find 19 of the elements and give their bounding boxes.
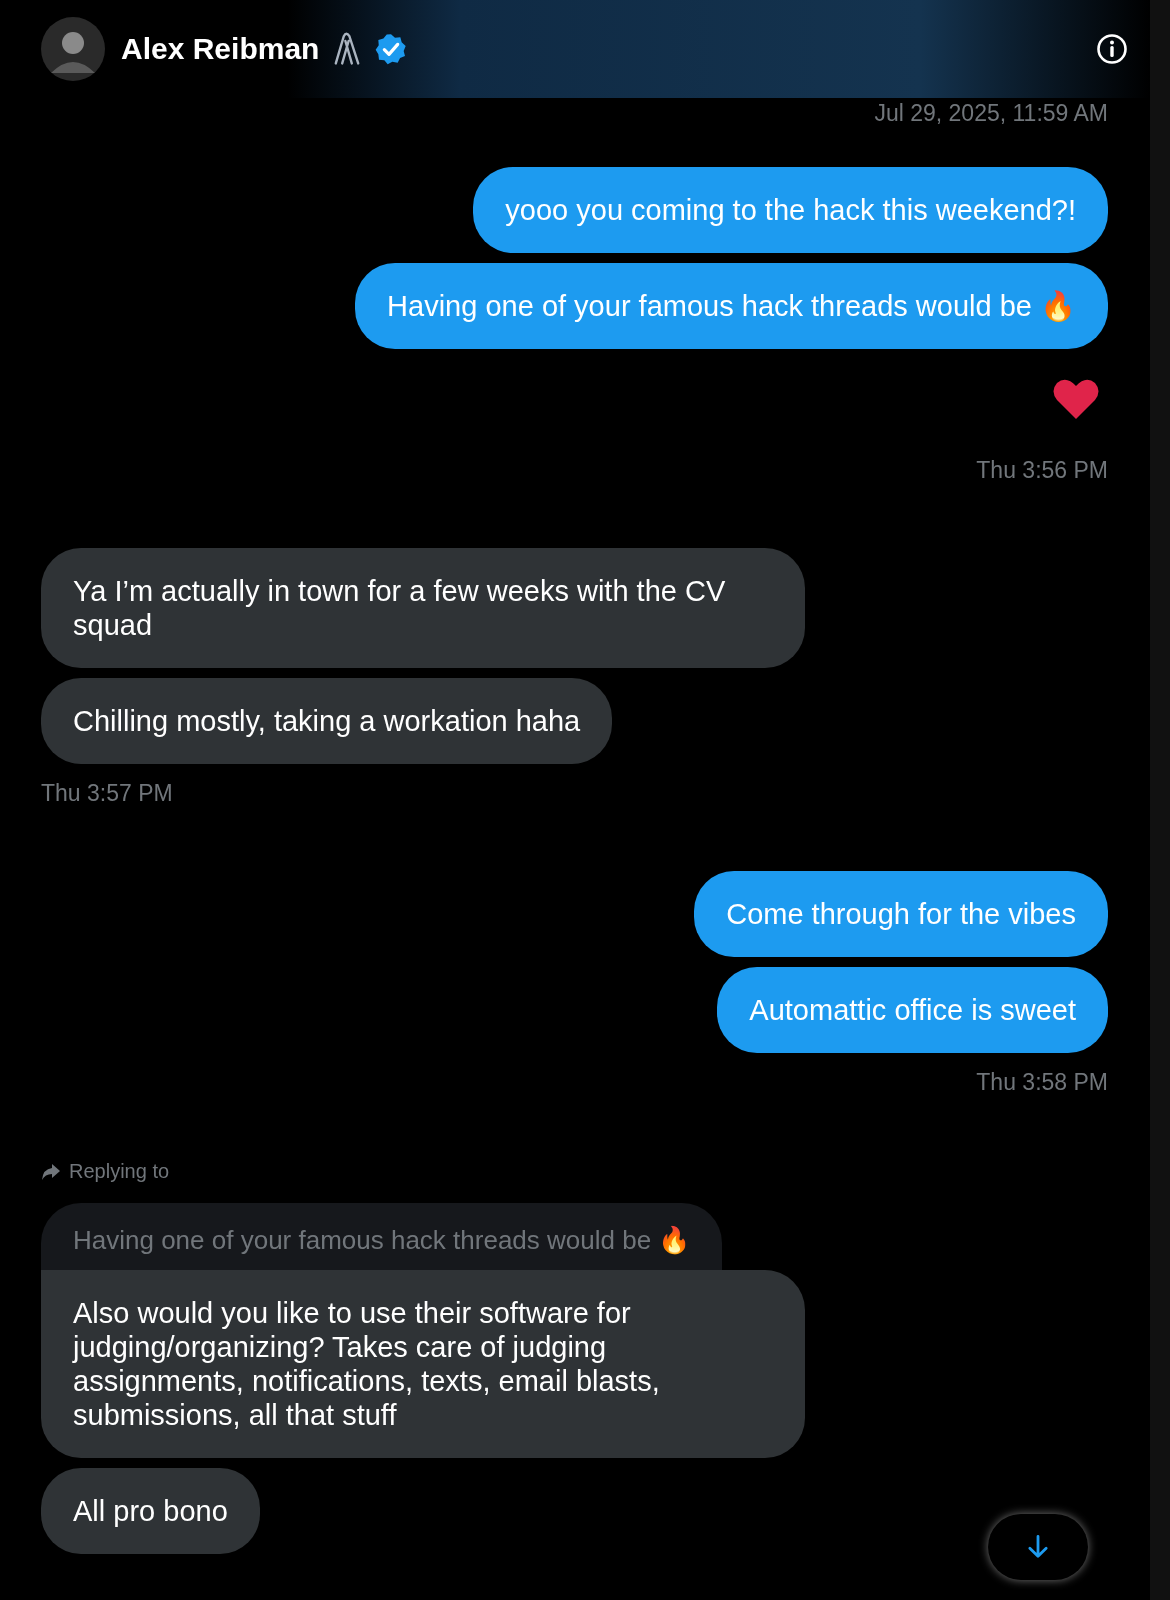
replying-label: Replying to — [69, 1160, 170, 1183]
info-icon[interactable] — [1096, 33, 1128, 65]
message-bubble: yooo you coming to the hack this weekend?! — [473, 167, 1108, 253]
message-bubble: Having one of your famous hack threads would be 🔥 — [355, 263, 1108, 349]
message-bubble: All pro bono — [41, 1468, 260, 1554]
message-timestamp: Thu 3:57 PM — [41, 780, 173, 807]
message-bubble: Ya I’m actually in town for a few weeks with the CV squad — [41, 548, 805, 668]
message-bubble: Automattic office is sweet — [717, 967, 1108, 1053]
message-timestamp: Thu 3:56 PM — [976, 457, 1108, 484]
message-bubble: Also would you like to use their software for judging/organizing? Takes care of judging assignments, notifications, texts, email blasts, submissions, all that stuff — [41, 1270, 805, 1458]
message-timestamp: Thu 3:58 PM — [976, 1069, 1108, 1096]
message-timestamp: Jul 29, 2025, 11:59 AM — [874, 100, 1108, 127]
message-bubble: Come through for the vibes — [694, 871, 1108, 957]
quoted-message[interactable]: Having one of your famous hack threads would be 🔥 — [41, 1203, 723, 1270]
reply-arrow-icon — [41, 1162, 61, 1181]
message-bubble: Chilling mostly, taking a workation haha — [41, 678, 613, 764]
contact-name: Alex Reibman — [121, 32, 320, 66]
verified-badge-icon — [375, 33, 408, 65]
avatar — [41, 17, 105, 81]
